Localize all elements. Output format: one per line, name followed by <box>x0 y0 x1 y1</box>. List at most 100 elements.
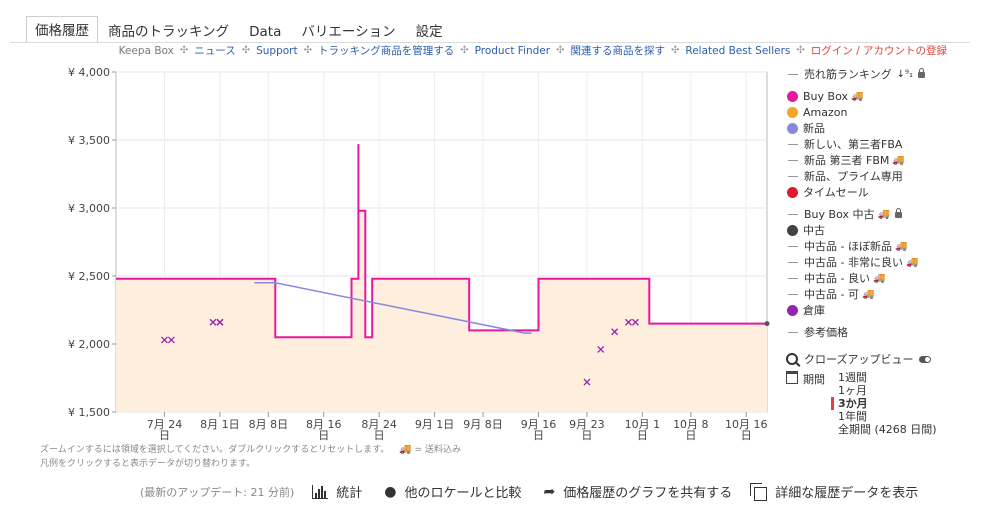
period-option-3-months[interactable]: 3か月 <box>831 397 937 410</box>
truck-icon: 🚚 <box>861 288 875 300</box>
color-dot <box>787 90 798 102</box>
line-swatch <box>788 261 798 263</box>
legend-used-acceptable[interactable]: 中古品 - 可 🚚 <box>786 286 985 302</box>
latest-value-marker <box>764 321 770 327</box>
legend-label: 新品 <box>803 122 825 135</box>
period-label: 期間 <box>803 373 825 386</box>
legend-used-good[interactable]: 中古品 - 良い 🚚 <box>786 270 985 286</box>
legend-label: 売れ筋ランキング <box>804 68 892 81</box>
legend-label: Buy Box 中古 <box>804 208 875 221</box>
period-label-group: 期間 <box>786 371 825 387</box>
legend-label: 新品、プライム専用 <box>804 170 903 183</box>
truck-icon: 🚚 <box>872 272 886 284</box>
color-dot <box>787 224 798 236</box>
copy-icon <box>750 482 768 501</box>
legend-label: 中古 <box>803 224 825 237</box>
y-tick-label: ¥ 2,500 <box>68 270 110 283</box>
x-tick-label: 8月 1日 <box>200 418 240 431</box>
closeup-view-toggle[interactable]: クローズアップビュー <box>786 351 932 367</box>
legend-reference-price[interactable]: 参考価格 <box>786 324 985 340</box>
legend-label: 中古品 - 良い <box>804 272 870 285</box>
y-tick-label: ¥ 3,000 <box>68 202 110 215</box>
legend-new-fbm[interactable]: 新品 第三者 FBM 🚚 <box>786 152 985 168</box>
x-tick-label: 9月 1日 <box>415 418 455 431</box>
x-tick-label: 日 <box>374 429 385 442</box>
legend-label: Buy Box <box>803 89 848 103</box>
y-tick-label: ¥ 4,000 <box>68 66 110 79</box>
color-dot <box>787 106 798 118</box>
details-label: 詳細な履歴データを表示 <box>775 486 919 501</box>
calendar-icon <box>786 371 798 384</box>
share-graph-button[interactable]: ➦ 価格履歴のグラフを共有する <box>543 482 733 502</box>
compare-label: 他のロケールと比較 <box>404 486 522 501</box>
last-update: (最新のアップデート: 21 分前) <box>140 485 295 499</box>
x-tick-label: 8月 8日 <box>249 418 289 431</box>
legend-used[interactable]: 中古 <box>786 222 985 238</box>
legend-label: タイムセール <box>803 186 869 199</box>
x-tick-label: 日 <box>685 429 696 442</box>
legend-label: 中古品 - 可 <box>804 288 859 301</box>
share-icon: ➦ <box>543 483 556 500</box>
legend-new-prime[interactable]: 新品、プライム専用 <box>786 168 985 184</box>
line-swatch <box>788 331 798 333</box>
line-swatch <box>788 245 798 247</box>
truck-icon: 🚚 <box>399 444 412 455</box>
legend-sales-rank[interactable]: 売れ筋ランキング ↓⁹₁ <box>786 66 985 82</box>
shipping-note: = 送料込み <box>414 445 462 455</box>
legend-warehouse[interactable]: 倉庫 <box>786 302 985 318</box>
zoom-hint-text: ズームインするには領域を選択してください。ダブルクリックするとリセットします。 <box>40 445 390 455</box>
share-label: 価格履歴のグラフを共有する <box>563 486 733 501</box>
bar-chart-icon <box>312 484 329 499</box>
truck-icon: 🚚 <box>877 208 890 220</box>
y-tick-label: ¥ 1,500 <box>68 406 110 419</box>
lock-icon <box>918 68 926 78</box>
truck-icon: 🚚 <box>905 256 919 268</box>
line-swatch <box>788 277 798 279</box>
legend-hint: 凡例をクリックすると表示データが切り替わります。 <box>40 459 256 469</box>
line-swatch <box>788 293 798 295</box>
globe-icon: ● <box>384 483 397 500</box>
legend-label: 新品 第三者 FBM <box>804 154 890 167</box>
line-swatch <box>788 73 798 75</box>
y-tick-label: ¥ 2,000 <box>68 338 110 351</box>
period-options: 1週間 1ヶ月 3か月 1年間 全期間 (4268 日間) <box>831 371 937 436</box>
legend-new-fba[interactable]: 新しい、第三者FBA <box>786 136 985 152</box>
truck-icon: 🚚 <box>892 154 905 166</box>
y-tick-label: ¥ 3,500 <box>68 134 110 147</box>
bottom-actions: (最新のアップデート: 21 分前) 統計 ● 他のロケールと比較 ➦ 価格履歴のグ… <box>140 482 940 501</box>
legend-buybox[interactable]: Buy Box 🚚 <box>786 88 985 104</box>
closeup-label: クローズアップビュー <box>804 353 914 366</box>
x-tick-label: 日 <box>637 429 648 442</box>
statistics-button[interactable]: 統計 <box>312 482 362 501</box>
truck-icon: 🚚 <box>850 90 864 102</box>
legend-buybox-used[interactable]: Buy Box 中古 🚚 <box>786 206 985 222</box>
color-dot <box>787 122 798 134</box>
x-tick-label: 日 <box>741 429 752 442</box>
line-swatch <box>788 159 798 161</box>
legend-label: 倉庫 <box>803 304 825 317</box>
truck-icon: 🚚 <box>894 240 908 252</box>
period-option-1-month[interactable]: 1ヶ月 <box>838 384 937 397</box>
legend-new[interactable]: 新品 <box>786 120 985 136</box>
legend-label: 新しい、第三者FBA <box>804 138 903 151</box>
period-option-all[interactable]: 全期間 (4268 日間) <box>838 423 937 436</box>
zoom-hint: ズームインするには領域を選択してください。ダブルクリックするとリセットします。 🚚… <box>40 442 461 455</box>
legend-lightning[interactable]: タイムセール <box>786 184 985 200</box>
x-tick-label: 9月 8日 <box>463 418 503 431</box>
period-option-1-year[interactable]: 1年間 <box>838 410 937 423</box>
line-swatch <box>788 175 798 177</box>
compare-locales-button[interactable]: ● 他のロケールと比較 <box>384 482 522 502</box>
color-dot <box>787 186 798 198</box>
x-tick-label: 日 <box>159 429 170 442</box>
legend-amazon[interactable]: Amazon <box>786 104 985 120</box>
x-tick-label: 日 <box>581 429 592 442</box>
period-option-1-week[interactable]: 1週間 <box>838 371 937 384</box>
legend-used-very-good[interactable]: 中古品 - 非常に良い 🚚 <box>786 254 985 270</box>
statistics-label: 統計 <box>336 486 363 501</box>
color-dot <box>787 304 798 316</box>
toggle-switch[interactable] <box>919 355 932 363</box>
legend-used-like-new[interactable]: 中古品 - ほぼ新品 🚚 <box>786 238 985 254</box>
detailed-history-button[interactable]: 詳細な履歴データを表示 <box>750 482 919 501</box>
line-swatch <box>788 213 798 215</box>
x-tick-label: 日 <box>533 429 544 442</box>
